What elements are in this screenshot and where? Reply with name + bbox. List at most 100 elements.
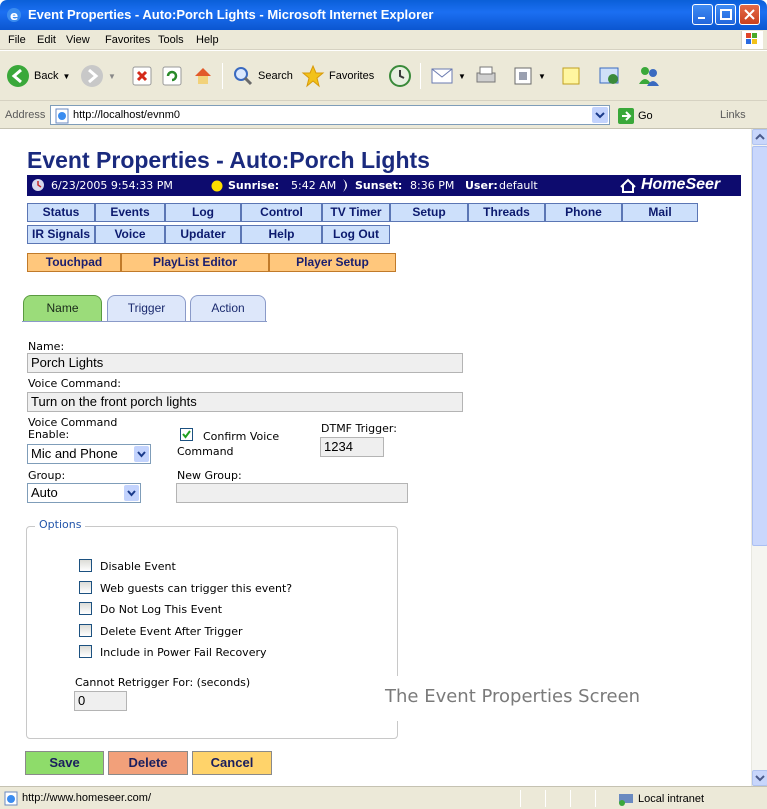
nav-threads[interactable]: Threads — [468, 203, 545, 222]
confirm-voice-checkbox[interactable] — [180, 428, 193, 441]
intranet-icon — [619, 794, 633, 806]
stop-button[interactable] — [132, 62, 152, 90]
nav-phone[interactable]: Phone — [545, 203, 622, 222]
nav-tv-timer[interactable]: TV Timer — [322, 203, 390, 222]
retrigger-field[interactable]: 0 — [74, 691, 127, 711]
mail-icon — [431, 68, 453, 84]
refresh-button[interactable] — [162, 62, 182, 90]
folder-note-icon — [562, 67, 580, 85]
go-button[interactable]: Go — [617, 107, 653, 125]
sunrise-label: Sunrise: — [228, 179, 280, 192]
history-button[interactable] — [388, 62, 412, 90]
tab-trigger[interactable]: Trigger — [107, 295, 186, 322]
window-titlebar: e Event Properties - Auto:Porch Lights -… — [0, 0, 767, 30]
nav-events[interactable]: Events — [95, 203, 165, 222]
nav-player-setup[interactable]: Player Setup — [269, 253, 396, 272]
voice-enable-select[interactable]: Mic and Phone — [27, 444, 151, 464]
links-button[interactable]: Links — [720, 109, 746, 121]
options-legend: Options — [35, 518, 86, 531]
menu-file[interactable]: File — [8, 34, 26, 46]
voice-enable-value: Mic and Phone — [31, 446, 118, 461]
chevron-down-icon: ▼ — [108, 71, 116, 81]
nav-playlist-editor[interactable]: PlayList Editor — [121, 253, 269, 272]
save-button[interactable]: Save — [25, 751, 104, 775]
brand-name: HomeSeer — [641, 176, 721, 193]
edit-button[interactable]: ▼ — [512, 62, 546, 90]
print-button[interactable] — [474, 62, 498, 90]
scroll-up-button[interactable] — [752, 129, 767, 145]
disable-event-label: Disable Event — [100, 560, 176, 573]
group-select[interactable]: Auto — [27, 483, 141, 503]
delete-button[interactable]: Delete — [108, 751, 188, 775]
voice-command-field[interactable]: Turn on the front porch lights — [27, 392, 463, 412]
search-label: Search — [258, 70, 293, 82]
name-field[interactable]: Porch Lights — [27, 353, 463, 373]
retrigger-label: Cannot Retrigger For: (seconds) — [75, 676, 251, 689]
minimize-icon — [698, 17, 705, 19]
nav-voice[interactable]: Voice — [95, 225, 165, 244]
web-guests-checkbox[interactable] — [79, 581, 92, 594]
menu-view[interactable]: View — [66, 34, 90, 46]
menu-help[interactable]: Help — [196, 34, 219, 46]
chevron-down-icon — [595, 112, 605, 119]
dtmf-field[interactable]: 1234 — [320, 437, 384, 457]
address-label: Address — [5, 109, 46, 121]
back-label: Back — [34, 70, 59, 82]
menu-edit[interactable]: Edit — [37, 34, 56, 46]
zone-label: Local intranet — [638, 793, 705, 805]
chevron-down-icon: ▼ — [458, 71, 466, 81]
scroll-thumb[interactable] — [752, 146, 767, 546]
browser-toolbar: Back ▼ ▼ Search Favorites ▼ ▼ — [0, 51, 767, 101]
back-arrow-icon — [7, 65, 29, 87]
nav-control[interactable]: Control — [241, 203, 322, 222]
address-bar: Address http://localhost/evnm0 Go Links — [0, 101, 767, 129]
delete-after-trigger-checkbox[interactable] — [79, 624, 92, 637]
user-label: User: — [465, 179, 498, 192]
windows-logo-icon — [741, 31, 763, 49]
nav-log[interactable]: Log — [165, 203, 241, 222]
nav-log-out[interactable]: Log Out — [322, 225, 390, 244]
mail-button[interactable]: ▼ — [430, 62, 466, 90]
dtmf-label: DTMF Trigger: — [321, 422, 397, 435]
menu-tools[interactable]: Tools — [158, 34, 184, 46]
tab-name[interactable]: Name — [23, 295, 102, 322]
search-button[interactable]: Search — [232, 62, 293, 90]
favorites-button[interactable]: Favorites — [301, 62, 374, 90]
maximize-button[interactable] — [715, 4, 736, 25]
power-fail-recovery-label: Include in Power Fail Recovery — [100, 646, 267, 659]
nav-touchpad[interactable]: Touchpad — [27, 253, 121, 272]
vertical-scrollbar[interactable] — [751, 129, 767, 786]
tab-action[interactable]: Action — [190, 295, 266, 322]
messenger-button[interactable] — [636, 62, 662, 90]
name-label: Name: — [28, 340, 65, 353]
address-input[interactable]: http://localhost/evnm0 — [50, 105, 610, 125]
cancel-button[interactable]: Cancel — [192, 751, 272, 775]
nav-setup[interactable]: Setup — [390, 203, 468, 222]
forward-button[interactable]: ▼ — [80, 62, 116, 90]
address-dropdown-button[interactable] — [592, 107, 608, 123]
discuss-button[interactable] — [560, 62, 582, 90]
home-button[interactable] — [192, 62, 214, 90]
back-button[interactable]: Back ▼ — [6, 62, 70, 90]
nav-ir-signals[interactable]: IR Signals — [27, 225, 95, 244]
menu-favorites[interactable]: Favorites — [105, 34, 150, 46]
user-name: default — [499, 179, 538, 192]
research-button[interactable] — [598, 62, 622, 90]
moon-icon — [343, 179, 347, 192]
ie-icon: e — [7, 8, 21, 23]
nav-updater[interactable]: Updater — [165, 225, 241, 244]
power-fail-recovery-checkbox[interactable] — [79, 645, 92, 658]
do-not-log-checkbox[interactable] — [79, 602, 92, 615]
new-group-field[interactable] — [176, 483, 408, 503]
minimize-button[interactable] — [692, 4, 713, 25]
page-content: Event Properties - Auto:Porch Lights 6/2… — [0, 129, 751, 786]
nav-help[interactable]: Help — [241, 225, 322, 244]
disable-event-checkbox[interactable] — [79, 559, 92, 572]
sun-icon — [211, 180, 223, 192]
chevron-down-icon: ▼ — [538, 71, 546, 81]
close-button[interactable] — [739, 4, 760, 25]
nav-status[interactable]: Status — [27, 203, 95, 222]
sunset-time: 8:36 PM — [410, 179, 455, 192]
nav-mail[interactable]: Mail — [622, 203, 698, 222]
scroll-down-button[interactable] — [752, 770, 767, 786]
